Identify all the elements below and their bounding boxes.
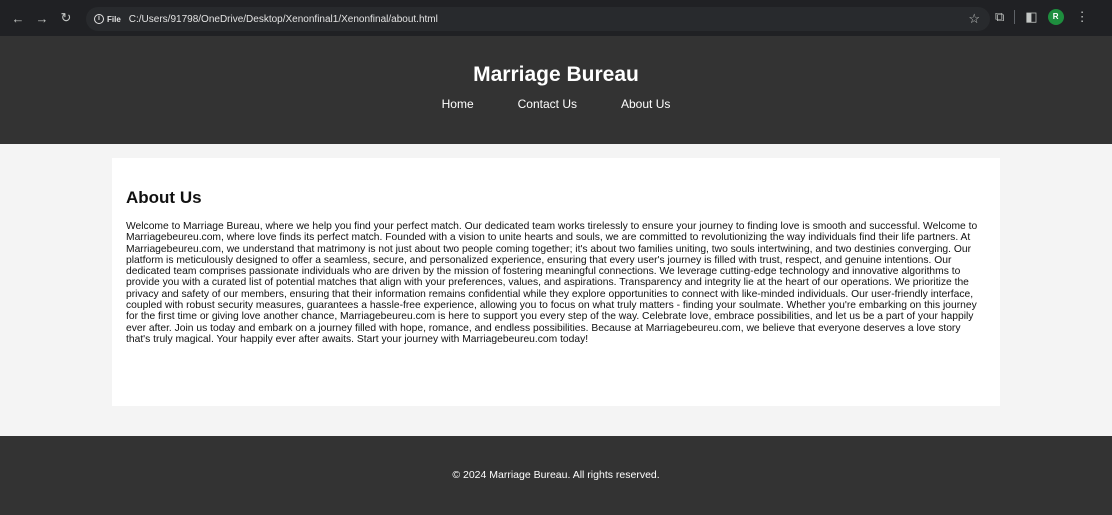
forward-arrow-icon[interactable]: → <box>32 11 52 26</box>
profile-avatar[interactable]: R <box>1047 9 1064 25</box>
bookmark-star-icon[interactable]: ☆ <box>968 11 980 27</box>
site-header: Marriage Bureau Home Contact Us About Us <box>0 36 1112 144</box>
address-bar[interactable]: i File C:/Users/91798/OneDrive/Desktop/X… <box>86 7 990 31</box>
main-nav: Home Contact Us About Us <box>0 96 1112 112</box>
back-arrow-icon[interactable]: ← <box>8 11 28 26</box>
footer-copyright: © 2024 Marriage Bureau. All rights reser… <box>452 469 660 481</box>
reload-icon[interactable]: ↻ <box>56 10 76 26</box>
site-chip-label: File <box>107 14 121 24</box>
toolbar-divider <box>1014 10 1016 24</box>
menu-kebab-icon[interactable]: ⋮ <box>1076 9 1089 25</box>
browser-toolbar: ← → ↻ i File C:/Users/91798/OneDrive/Des… <box>0 0 1112 36</box>
about-body-text: Welcome to Marriage Bureau, where we hel… <box>126 221 978 345</box>
about-section: About Us Welcome to Marriage Bureau, whe… <box>112 158 1000 406</box>
url-text[interactable]: C:/Users/91798/OneDrive/Desktop/Xenonfin… <box>129 14 438 25</box>
site-info-chip[interactable]: i File <box>94 14 121 24</box>
nav-link-home[interactable]: Home <box>442 96 474 112</box>
nav-link-contact-us[interactable]: Contact Us <box>518 96 577 112</box>
extensions-icon[interactable]: ⧉ <box>995 9 1004 25</box>
site-title: Marriage Bureau <box>473 63 639 86</box>
nav-link-about-us[interactable]: About Us <box>621 96 670 112</box>
about-heading: About Us <box>126 188 202 207</box>
info-icon: i <box>94 14 104 24</box>
side-panel-icon[interactable]: ◧ <box>1025 9 1037 25</box>
site-footer: © 2024 Marriage Bureau. All rights reser… <box>0 436 1112 515</box>
